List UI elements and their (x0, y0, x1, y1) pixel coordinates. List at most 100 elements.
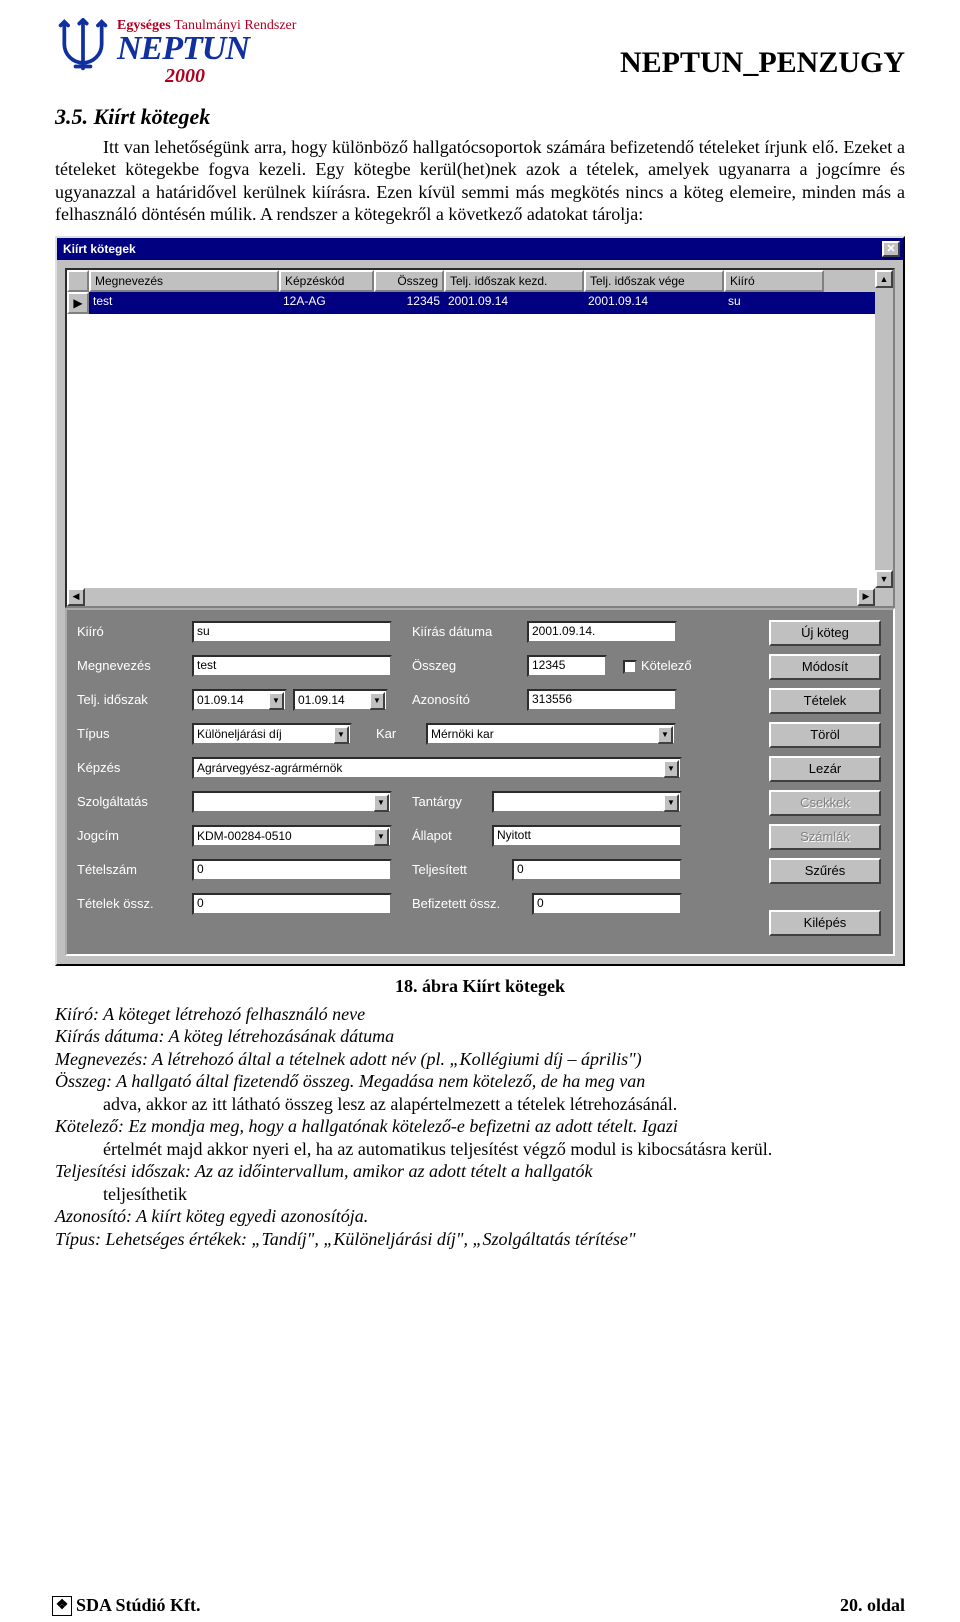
uj-koteg-button[interactable]: Új köteg (769, 620, 881, 646)
chevron-down-icon[interactable]: ▼ (373, 794, 389, 812)
lbl-tantargy: Tantárgy (412, 794, 492, 809)
lbl-teljesitett: Teljesített (412, 862, 512, 877)
lezar-button[interactable]: Lezár (769, 756, 881, 782)
scroll-up-icon[interactable]: ▲ (875, 270, 893, 288)
def-megnevezes: Megnevezés: A létrehozó által a tételnek… (55, 1048, 905, 1071)
def-azonosito: Azonosító: A kiírt köteg egyedi azonosít… (55, 1205, 905, 1228)
footer-page: 20. oldal (840, 1595, 905, 1616)
scroll-down-icon[interactable]: ▼ (875, 570, 893, 588)
cell-megnevezes: test (89, 292, 279, 314)
lbl-telj-idoszak: Telj. időszak (77, 692, 192, 707)
field-jogcim[interactable]: KDM-00284-0510▼ (192, 825, 392, 847)
lbl-azonosito: Azonosító (412, 692, 527, 707)
col-kepzeskod[interactable]: Képzéskód (279, 270, 374, 292)
field-telj-from[interactable]: 01.09.14▼ (192, 689, 287, 711)
vertical-scrollbar[interactable]: ▲ ▼ (875, 270, 893, 588)
chevron-down-icon[interactable]: ▼ (663, 794, 679, 812)
field-tetelszam[interactable]: 0 (192, 859, 392, 881)
field-teljesitett[interactable]: 0 (512, 859, 682, 881)
field-tetelek-ossz[interactable]: 0 (192, 893, 392, 915)
def-kotelezo-cont: értelmét majd akkor nyeri el, ha az auto… (55, 1138, 905, 1161)
lbl-tipus: Típus (77, 726, 192, 741)
kilepes-button[interactable]: Kilépés (769, 910, 881, 936)
data-grid[interactable]: Megnevezés Képzéskód Összeg Telj. idősza… (65, 268, 895, 608)
tetelek-button[interactable]: Tételek (769, 688, 881, 714)
field-befizetett[interactable]: 0 (532, 893, 682, 915)
titlebar[interactable]: Kiírt kötegek ✕ (57, 238, 903, 260)
def-telj-idoszak-cont: teljesíthetik (55, 1183, 905, 1206)
field-tipus[interactable]: Különeljárási díj▼ (192, 723, 352, 745)
lbl-kepzes: Képzés (77, 760, 192, 775)
chevron-down-icon[interactable]: ▼ (373, 828, 389, 846)
col-megnevezes[interactable]: Megnevezés (89, 270, 279, 292)
chevron-down-icon[interactable]: ▼ (663, 760, 679, 778)
cell-kiiro: su (724, 292, 824, 314)
modosit-button[interactable]: Módosít (769, 654, 881, 680)
logo-year: 2000 (165, 65, 296, 88)
def-kiiro: Kiíró: A köteget létrehozó felhasználó n… (55, 1003, 905, 1026)
field-osszeg[interactable]: 12345 (527, 655, 607, 677)
row-marker-icon: ▶ (67, 292, 89, 314)
lbl-jogcim: Jogcím (77, 828, 192, 843)
col-kiiro[interactable]: Kiíró (724, 270, 824, 292)
scroll-left-icon[interactable]: ◀ (67, 588, 85, 606)
def-tipus: Típus: Lehetséges értékek: „Tandíj", „Kü… (55, 1228, 905, 1251)
doc-title: NEPTUN_PENZUGY (620, 46, 905, 80)
def-telj-idoszak: Teljesítési időszak: Az az időintervallu… (55, 1160, 905, 1183)
def-kiiras-datuma: Kiírás dátuma: A köteg létrehozásának dá… (55, 1025, 905, 1048)
intro-paragraph: Itt van lehetőségünk arra, hogy különböz… (55, 136, 905, 226)
lbl-kar: Kar (376, 726, 426, 741)
lbl-tetelszam: Tételszám (77, 862, 192, 877)
col-telj-kezd[interactable]: Telj. időszak kezd. (444, 270, 584, 292)
csekkek-button: Csekkek (769, 790, 881, 816)
close-button[interactable]: ✕ (882, 241, 900, 257)
lbl-szolgaltatas: Szolgáltatás (77, 794, 192, 809)
field-telj-to[interactable]: 01.09.14▼ (293, 689, 388, 711)
col-osszeg[interactable]: Összeg (374, 270, 444, 292)
szures-button[interactable]: Szűrés (769, 858, 881, 884)
chevron-down-icon[interactable]: ▼ (657, 726, 673, 744)
chevron-down-icon[interactable]: ▼ (369, 692, 385, 710)
cell-telj-vege: 2001.09.14 (584, 292, 724, 314)
def-osszeg-cont: adva, akkor az itt látható összeg lesz a… (55, 1093, 905, 1116)
doc-header: Egységes Tanulmányi Rendszer NEPTUN 2000… (55, 18, 905, 88)
torol-button[interactable]: Töröl (769, 722, 881, 748)
def-osszeg: Összeg: A hallgató által fizetendő össze… (55, 1070, 905, 1093)
col-telj-vege[interactable]: Telj. időszak vége (584, 270, 724, 292)
lbl-allapot: Állapot (412, 828, 492, 843)
field-kepzes[interactable]: Agrárvegyész-agrármérnök▼ (192, 757, 682, 779)
lbl-osszeg: Összeg (412, 658, 527, 673)
dialog-kiirt-kotegek: Kiírt kötegek ✕ Megnevezés Képzéskód Öss… (55, 236, 905, 966)
szamlak-button: Számlák (769, 824, 881, 850)
field-kar[interactable]: Mérnöki kar▼ (426, 723, 676, 745)
field-szolgaltatas[interactable]: ▼ (192, 791, 392, 813)
lbl-tetelek-ossz: Tételek össz. (77, 896, 192, 911)
table-header: Megnevezés Képzéskód Összeg Telj. idősza… (67, 270, 893, 292)
field-kiiro[interactable]: su (192, 621, 392, 643)
cell-osszeg: 12345 (374, 292, 444, 314)
scroll-right-icon[interactable]: ▶ (857, 588, 875, 606)
footer-icon: ❖ (52, 1596, 72, 1616)
trident-icon (55, 18, 111, 74)
table-row[interactable]: ▶ test 12A-AG 12345 2001.09.14 2001.09.1… (67, 292, 893, 314)
chevron-down-icon[interactable]: ▼ (333, 726, 349, 744)
field-megnevezes[interactable]: test (192, 655, 392, 677)
chevron-down-icon[interactable]: ▼ (268, 692, 284, 710)
dialog-title: Kiírt kötegek (60, 242, 136, 256)
field-allapot[interactable]: Nyitott (492, 825, 682, 847)
definitions: Kiíró: A köteget létrehozó felhasználó n… (55, 1003, 905, 1251)
scroll-corner (875, 588, 893, 606)
lbl-befizetett: Befizetett össz. (412, 896, 532, 911)
logo: Egységes Tanulmányi Rendszer NEPTUN 2000 (55, 18, 296, 88)
field-azonosito[interactable]: 313556 (527, 689, 677, 711)
footer-company: SDA Stúdió Kft. (76, 1595, 201, 1616)
def-kotelezo: Kötelező: Ez mondja meg, hogy a hallgató… (55, 1115, 905, 1138)
field-kiiras-datuma[interactable]: 2001.09.14. (527, 621, 677, 643)
checkbox-kotelezo[interactable] (623, 660, 637, 674)
lbl-kiiras-datuma: Kiírás dátuma (412, 624, 527, 639)
logo-name: NEPTUN (117, 34, 296, 65)
horizontal-scrollbar[interactable]: ◀ ▶ (67, 588, 875, 606)
lbl-kiiro: Kiíró (77, 624, 192, 639)
lbl-kotelezo: Kötelező (641, 658, 692, 673)
field-tantargy[interactable]: ▼ (492, 791, 682, 813)
